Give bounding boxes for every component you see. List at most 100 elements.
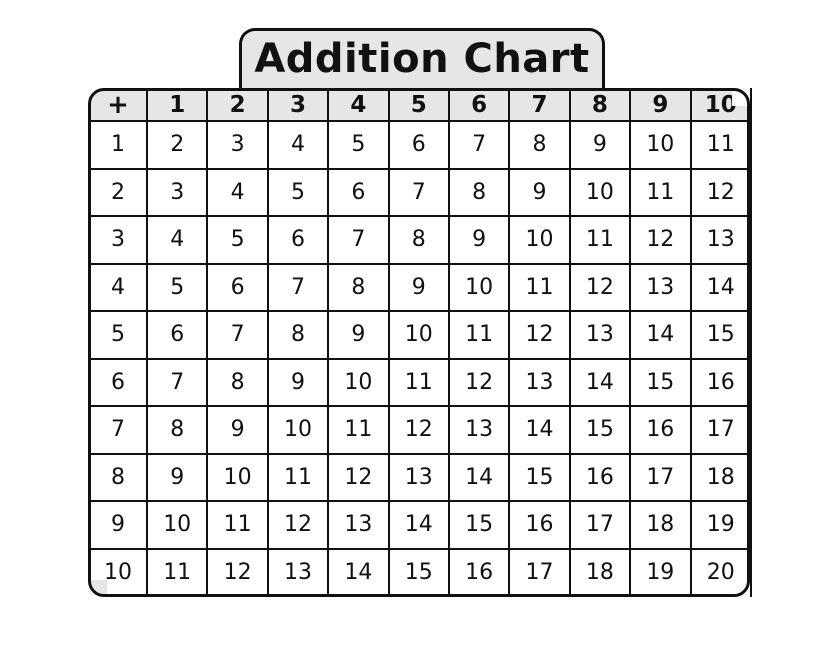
column-header-10: 10 (689, 88, 752, 122)
cell-1-3: 4 (266, 120, 330, 170)
cell-8-10: 18 (689, 452, 752, 502)
cell-1-4: 5 (327, 120, 390, 170)
banner-foot (242, 86, 602, 90)
cell-8-5: 13 (387, 452, 450, 502)
table-row: 7 8 9 10 11 12 13 14 15 16 17 (88, 405, 752, 455)
row-header-8: 8 (88, 452, 148, 502)
cell-6-9: 15 (629, 357, 692, 407)
column-header-7: 7 (508, 88, 571, 122)
page-title: Addition Chart (254, 36, 590, 82)
cell-2-2: 4 (206, 167, 269, 217)
cell-8-3: 11 (266, 452, 330, 502)
cell-6-5: 11 (387, 357, 450, 407)
table-row: 10 11 12 13 14 15 16 17 18 19 20 (88, 547, 752, 597)
cell-4-9: 13 (629, 262, 692, 312)
cell-1-5: 6 (387, 120, 450, 170)
cell-4-6: 10 (447, 262, 511, 312)
cell-9-4: 13 (327, 500, 390, 550)
cell-5-10: 15 (689, 310, 752, 360)
addition-table-body: 1 2 3 4 5 6 7 8 9 10 11 2 3 4 5 6 7 8 9 … (88, 120, 752, 597)
table-row: 3 4 5 6 7 8 9 10 11 12 13 (88, 215, 752, 265)
column-header-5: 5 (387, 88, 450, 122)
cell-1-8: 9 (568, 120, 632, 170)
cell-7-2: 9 (206, 405, 269, 455)
column-header-4: 4 (327, 88, 390, 122)
cell-10-5: 15 (387, 547, 450, 597)
cell-7-10: 17 (689, 405, 752, 455)
cell-6-1: 7 (145, 357, 209, 407)
cell-1-6: 7 (447, 120, 511, 170)
cell-7-9: 16 (629, 405, 692, 455)
column-header-1: 1 (145, 88, 209, 122)
cell-10-1: 11 (145, 547, 209, 597)
cell-10-8: 18 (568, 547, 632, 597)
table-row: 2 3 4 5 6 7 8 9 10 11 12 (88, 167, 752, 217)
cell-3-8: 11 (568, 215, 632, 265)
cell-10-6: 16 (447, 547, 511, 597)
cell-5-3: 8 (266, 310, 330, 360)
table-header-row: + 1 2 3 4 5 6 7 8 9 10 (88, 88, 752, 122)
column-header-6: 6 (447, 88, 511, 122)
cell-6-8: 14 (568, 357, 632, 407)
cell-2-1: 3 (145, 167, 209, 217)
cell-4-1: 5 (145, 262, 209, 312)
cell-4-5: 9 (387, 262, 450, 312)
column-header-3: 3 (266, 88, 330, 122)
cell-3-10: 13 (689, 215, 752, 265)
cell-10-9: 19 (629, 547, 692, 597)
cell-6-4: 10 (327, 357, 390, 407)
cell-7-4: 11 (327, 405, 390, 455)
cell-7-5: 12 (387, 405, 450, 455)
cell-9-8: 17 (568, 500, 632, 550)
table-row: 4 5 6 7 8 9 10 11 12 13 14 (88, 262, 752, 312)
cell-9-5: 14 (387, 500, 450, 550)
table-row: 5 6 7 8 9 10 11 12 13 14 15 (88, 310, 752, 360)
row-header-1: 1 (88, 120, 148, 170)
cell-4-2: 6 (206, 262, 269, 312)
cell-7-8: 15 (568, 405, 632, 455)
cell-9-1: 10 (145, 500, 209, 550)
column-header-8: 8 (568, 88, 632, 122)
cell-2-4: 6 (327, 167, 390, 217)
table-row: 6 7 8 9 10 11 12 13 14 15 16 (88, 357, 752, 407)
cell-9-6: 15 (447, 500, 511, 550)
cell-6-10: 16 (689, 357, 752, 407)
cell-9-2: 11 (206, 500, 269, 550)
cell-3-1: 4 (145, 215, 209, 265)
cell-1-7: 8 (508, 120, 571, 170)
operator-corner-cell: + (88, 88, 148, 122)
row-header-10: 10 (88, 547, 148, 597)
cell-5-4: 9 (327, 310, 390, 360)
cell-5-6: 11 (447, 310, 511, 360)
cell-3-6: 9 (447, 215, 511, 265)
cell-7-6: 13 (447, 405, 511, 455)
column-header-2: 2 (206, 88, 269, 122)
cell-7-7: 14 (508, 405, 571, 455)
cell-8-6: 14 (447, 452, 511, 502)
cell-3-5: 8 (387, 215, 450, 265)
cell-8-7: 15 (508, 452, 571, 502)
cell-1-10: 11 (689, 120, 752, 170)
cell-1-9: 10 (629, 120, 692, 170)
cell-4-3: 7 (266, 262, 330, 312)
cell-3-9: 12 (629, 215, 692, 265)
cell-6-3: 9 (266, 357, 330, 407)
cell-10-7: 17 (508, 547, 571, 597)
cell-3-4: 7 (327, 215, 390, 265)
row-header-7: 7 (88, 405, 148, 455)
table-row: 1 2 3 4 5 6 7 8 9 10 11 (88, 120, 752, 170)
row-header-4: 4 (88, 262, 148, 312)
cell-9-10: 19 (689, 500, 752, 550)
cell-6-6: 12 (447, 357, 511, 407)
cell-2-5: 7 (387, 167, 450, 217)
cell-5-7: 12 (508, 310, 571, 360)
cell-3-7: 10 (508, 215, 571, 265)
cell-5-2: 7 (206, 310, 269, 360)
cell-5-8: 13 (568, 310, 632, 360)
cell-9-9: 18 (629, 500, 692, 550)
row-header-2: 2 (88, 167, 148, 217)
cell-2-7: 9 (508, 167, 571, 217)
addition-table: + 1 2 3 4 5 6 7 8 9 10 1 2 3 4 5 6 7 8 9… (88, 88, 752, 597)
row-header-9: 9 (88, 500, 148, 550)
addition-chart: Addition Chart + 1 2 3 4 5 6 7 8 9 10 1 … (0, 0, 840, 649)
